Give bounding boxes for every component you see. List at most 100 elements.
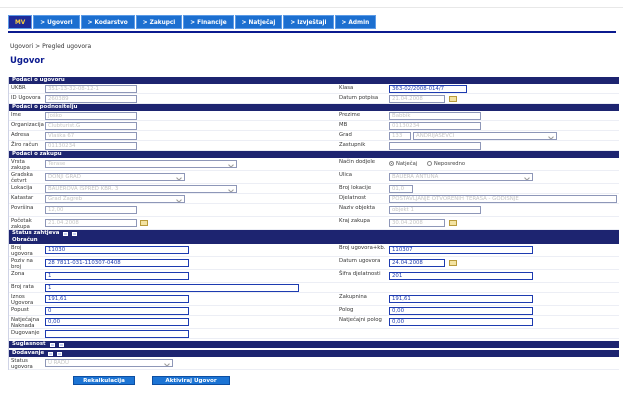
gradska-select[interactable]: DONJI GRAD [45, 173, 185, 181]
expand-icon[interactable] [63, 231, 69, 236]
label-ukbr: UKBR [11, 85, 26, 91]
section-status-zahtjeva: Status zahtjeva [9, 230, 619, 237]
section-podnositelj: Podaci o podnositelju [9, 104, 619, 111]
row: Natječajna Naknada 0,00 Natječajni polog… [9, 316, 619, 329]
row: Dugovanje [9, 329, 619, 339]
naziv-field[interactable]: objekt 1 [389, 206, 481, 214]
label-katastar: Katastar [11, 195, 34, 201]
label-gradska: Gradska četvrt [11, 172, 33, 184]
page-title: Ugovor [10, 56, 45, 66]
label-ime: Ime [11, 112, 21, 118]
org-field[interactable]: Clubturist.G [45, 122, 137, 130]
povrsina-field[interactable]: 12,00 [45, 206, 137, 214]
row: Katastar Grad Zagreb Djelatnost POSTAVLJ… [9, 194, 619, 204]
label-polog: Polog [339, 307, 354, 313]
sifra-field[interactable]: 201 [389, 272, 533, 280]
vrsta-select[interactable]: Terase [45, 160, 237, 168]
calendar-icon[interactable] [449, 260, 457, 266]
label-vrsta: Vrsta zakupa [11, 159, 30, 171]
mb-field[interactable]: 01130234 [389, 122, 481, 130]
radio-natjecaj[interactable] [389, 161, 394, 166]
datum-ugovora-field[interactable]: 24.04.2008 [389, 259, 445, 267]
row: Vrsta zakupa Terase Način dodjele Natječ… [9, 158, 619, 171]
zakupnina-field[interactable]: 191,61 [389, 295, 533, 303]
brlok-field[interactable]: 01,0 [389, 185, 413, 193]
label-brojkb: Broj ugovora+kb. [339, 245, 386, 251]
nav-home[interactable]: MV [8, 15, 33, 29]
label-grad: Grad [339, 132, 352, 138]
label-datum-potpisa: Datum potpisa [339, 95, 379, 101]
row: Broj rata 1 [9, 283, 619, 293]
label-zastupnik: Zastupnik [339, 142, 366, 148]
status-ugovora-select[interactable]: U RADU [45, 359, 173, 367]
nav-kodarstvo[interactable]: > Kodarstvo [80, 15, 135, 29]
katastar-select[interactable]: Grad Zagreb [45, 195, 185, 203]
ime-field[interactable]: Joško [45, 112, 137, 120]
prezime-field[interactable]: Babbik [389, 112, 481, 120]
row: Površina 12,00 Naziv objekta objekt 1 [9, 204, 619, 217]
polog-field[interactable]: 0,00 [389, 307, 533, 315]
aktiviraj-ugovor-button[interactable]: Aktiviraj Ugovor [152, 376, 230, 385]
zastupnik-field[interactable] [389, 142, 481, 150]
lokacija-select[interactable]: BAUEROVA ISPRED KBR. 3 [45, 185, 237, 193]
collapse-icon[interactable] [58, 342, 64, 347]
adresa-field[interactable]: Vlaška 67 [45, 132, 137, 140]
section-title: Podaci o zakupu [12, 151, 62, 157]
label-datum-ugovora: Datum ugovora [339, 258, 381, 264]
broj-field[interactable]: 11030 [45, 246, 189, 254]
row: ID Ugovora 260389 Datum potpisa 21.04.20… [9, 94, 619, 104]
main-nav: MV > Ugovori > Kodarstvo > Zakupci > Fin… [8, 15, 377, 29]
row: Iznos Ugovora 191,61 Zakupnina 191,61 [9, 293, 619, 306]
nav-natjecaj[interactable]: > Natječaj [234, 15, 283, 29]
djelatnost-field[interactable]: POSTAVLJANJE OTVORENIH TERASA - GODIŠNJE [389, 195, 617, 203]
nav-izvjestaji[interactable]: > Izvještaji [283, 15, 334, 29]
grad-select[interactable]: ANDRIJAŠEVCI [413, 132, 557, 140]
popust-field[interactable]: 0 [45, 307, 189, 315]
kraj-field[interactable]: 30.04.2008 [389, 219, 445, 227]
datum-potpisa-field[interactable]: 21.04.2008 [389, 95, 445, 103]
calendar-icon[interactable] [140, 220, 148, 226]
label-lokacija: Lokacija [11, 185, 33, 191]
collapse-icon[interactable] [72, 231, 78, 236]
ulica-select[interactable]: BAUERA ANTUNA [389, 173, 533, 181]
iznos-field[interactable]: 191,61 [45, 295, 189, 303]
collapse-icon[interactable] [57, 351, 63, 356]
label-natjecajna: Natječajna Naknada [11, 317, 40, 329]
nav-ugovori[interactable]: > Ugovori [33, 15, 80, 29]
zona-field[interactable]: 1 [45, 272, 189, 280]
label-nacin: Način dodjele [339, 159, 376, 165]
nav-financije[interactable]: > Financije [183, 15, 234, 29]
grad-code-field[interactable]: 133 [389, 132, 411, 140]
row: Lokacija BAUEROVA ISPRED KBR. 3 Broj lok… [9, 184, 619, 194]
label-klasa: Klasa [339, 85, 354, 91]
klasa-field[interactable]: 363-02/2008-014/7 [389, 85, 467, 93]
expand-icon[interactable] [49, 342, 55, 347]
label-status-ugovora: Status ugovora [11, 358, 33, 370]
nav-zakupci[interactable]: > Zakupci [135, 15, 183, 29]
section-title: Podaci o ugovoru [12, 77, 65, 83]
natjecajna-field[interactable]: 0,00 [45, 318, 189, 326]
radio-neposredno-label: Neposredno [433, 161, 466, 167]
radio-neposredno[interactable] [426, 161, 432, 166]
id-field[interactable]: 260389 [45, 95, 137, 103]
natpolog-field[interactable]: 0,00 [389, 318, 533, 326]
label-id: ID Ugovora [11, 95, 41, 101]
label-mb: MB [339, 122, 348, 128]
label-brlok: Broj lokacije [339, 185, 372, 191]
poziv-field[interactable]: 28 7811-031-110307-0408 [45, 259, 189, 267]
breadcrumb[interactable]: Ugovori > Pregled ugovora [10, 43, 91, 50]
ukbr-field[interactable]: 351-13-32-08-12-1 [45, 85, 137, 93]
dugovanje-field[interactable] [45, 330, 189, 338]
expand-icon[interactable] [48, 351, 54, 356]
pocetak-field[interactable]: 21.04.2008 [45, 219, 137, 227]
ziro-field[interactable]: 01130234 [45, 142, 137, 150]
section-title: Dodavanje [12, 350, 45, 356]
rata-field[interactable]: 1 [45, 284, 299, 292]
nav-admin[interactable]: > Admin [334, 15, 377, 29]
calendar-icon[interactable] [449, 96, 457, 102]
brojkb-field[interactable]: 110307 [389, 246, 533, 254]
rekalkulacija-button[interactable]: Rekalkulacija [73, 376, 135, 385]
row: Žiro račun 01130234 Zastupnik [9, 141, 619, 151]
calendar-icon[interactable] [449, 220, 457, 226]
label-kraj: Kraj zakupa [339, 218, 370, 224]
